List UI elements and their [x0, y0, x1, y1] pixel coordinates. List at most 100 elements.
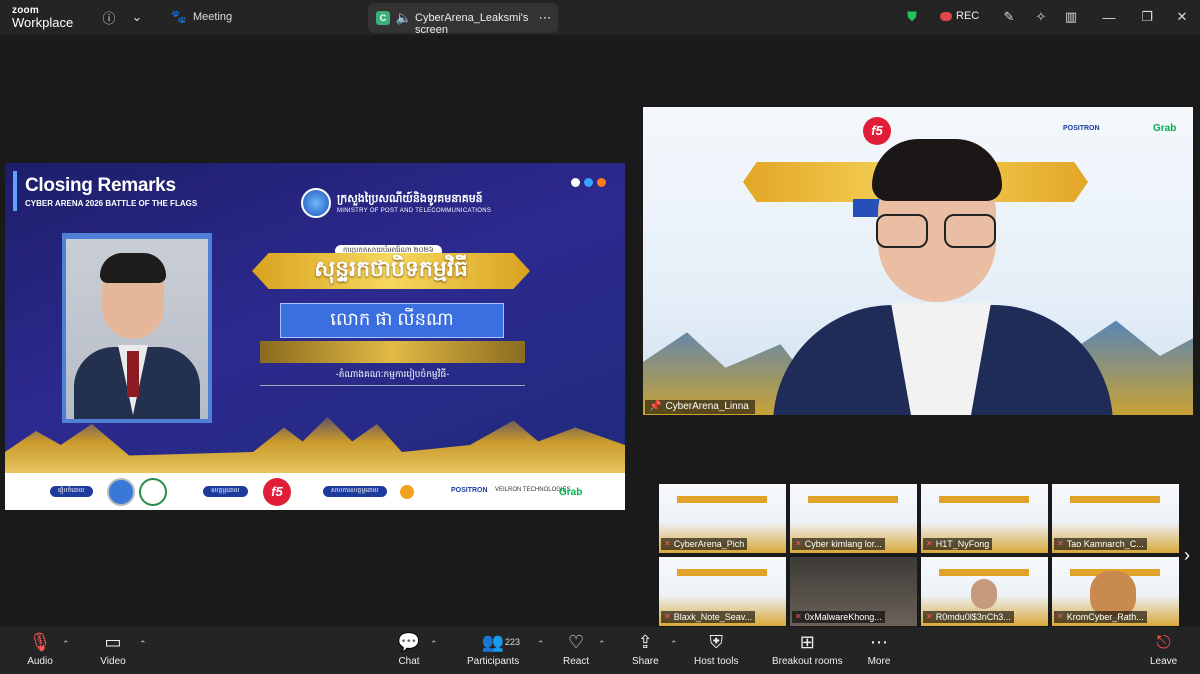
cold-asia-logo [400, 485, 414, 499]
participant-label: ✕ KromCyber_Rath... [1054, 611, 1147, 623]
video-label: Video [100, 656, 126, 667]
chat-label: Chat [398, 656, 420, 667]
grab-logo: Grab [559, 487, 583, 498]
cloud-record-icon [940, 11, 952, 21]
share-button[interactable]: ⇪ Share [632, 629, 659, 668]
video-button[interactable]: ▭ Video [100, 629, 126, 668]
participant-label: ✕ R0mdu0l$3nCh3... [923, 611, 1014, 623]
participant-name: KromCyber_Rath... [1066, 612, 1144, 622]
host-tools-button[interactable]: ⛨ Host tools [694, 629, 739, 668]
paw-icon[interactable]: 🐾 [170, 8, 188, 26]
participants-label: Participants [467, 656, 520, 667]
audio-button[interactable]: 🎙 Audio [27, 629, 53, 668]
meeting-tab-label[interactable]: Meeting [193, 11, 232, 23]
leave-button[interactable]: ⎋ Leave [1150, 629, 1178, 668]
ministry-seal [301, 188, 331, 218]
zoom-logo: zoom Workplace [12, 5, 73, 29]
gallery-next-icon[interactable]: › [1180, 545, 1194, 565]
sponsor-footer: រៀបចំដោយ ឧបត្ថម្ភដោយ f5 សហការឧបត្ថម្ភដោយ… [5, 473, 625, 510]
share-options-caret[interactable]: ⌃ [670, 639, 678, 650]
header-accent [13, 171, 17, 211]
restore-icon[interactable]: ❐ [1138, 8, 1156, 26]
organizer-pill: រៀបចំដោយ [50, 486, 93, 497]
mic-muted-icon: ✕ [926, 612, 933, 621]
participant-tile[interactable]: ✕ Cyber kimlang lor... [790, 484, 917, 553]
ministry-name-km: ក្រសួងប្រៃសណីយ៍និងទូរគមនាគមន៍ [337, 193, 483, 205]
share-screen-icon: ⇪ [637, 631, 653, 652]
mic-muted-icon: 🎙 [28, 631, 52, 652]
recording-indicator[interactable]: REC [940, 10, 979, 22]
close-icon[interactable]: ✕ [1173, 8, 1191, 26]
ministry-name-en: MINISTRY OF POST AND TELECOMMUNICATIONS [337, 208, 492, 214]
participants-options-caret[interactable]: ⌃ [537, 639, 545, 650]
speaker-photo [66, 239, 208, 419]
participant-tile[interactable]: ✕ Blaxk_Note_Seav... [659, 557, 786, 626]
person-glasses [876, 214, 1000, 250]
person-hair [872, 139, 1002, 201]
chat-options-caret[interactable]: ⌃ [430, 639, 438, 650]
participant-label: ✕ CyberArena_Pich [661, 538, 748, 550]
participant-tile[interactable]: ✕ CyberArena_Pich [659, 484, 786, 553]
participant-name: Tao Kamnarch_C... [1066, 539, 1144, 549]
host-tools-label: Host tools [694, 656, 739, 667]
sponsor-pill: ឧបត្ថម្ភដោយ [203, 486, 248, 497]
share-label: Share [632, 656, 659, 667]
speaker-name-plate: លោក ផា លីនណា [280, 303, 504, 338]
leave-label: Leave [1150, 656, 1178, 667]
annotate-icon[interactable]: ✎ [1000, 8, 1018, 26]
participants-count: 223 [505, 637, 521, 647]
participant-label: ✕ H1T_NyFong [923, 538, 993, 550]
partner-logo [139, 478, 167, 506]
ministry-logo: ក្រសួងប្រៃសណីយ៍និងទូរគមនាគមន៍ MINISTRY O… [301, 188, 491, 218]
participant-tile[interactable]: ✕ 0xMalwareKhong... [790, 557, 917, 626]
participant-gallery: ✕ CyberArena_Pich ✕ Cyber kimlang lor... ✕… [659, 484, 1179, 629]
shield-icon: ⛨ [709, 631, 723, 652]
leave-door-icon: ⎋ [1156, 631, 1171, 652]
video-options-caret[interactable]: ⌃ [139, 639, 147, 650]
more-button[interactable]: ⋯ More [866, 629, 892, 668]
info-icon[interactable]: ⓘ [100, 8, 118, 26]
active-speaker-video[interactable]: f5 POSITRON Grab [643, 107, 1193, 415]
more-icon: ⋯ [870, 631, 888, 652]
mic-muted-icon: ✕ [664, 612, 671, 621]
dot-orange [597, 178, 606, 187]
heart-icon: ♡ [567, 631, 585, 652]
grab-logo-backdrop: Grab [1153, 123, 1177, 134]
view-layout-icon[interactable]: ▥ [1062, 8, 1080, 26]
breakout-label: Breakout rooms [772, 656, 843, 667]
mic-muted-icon: ✕ [1057, 612, 1064, 621]
more-options-icon[interactable]: ⋯ [536, 9, 554, 27]
breakout-rooms-button[interactable]: ⊞ Breakout rooms [772, 629, 843, 668]
video-camera-icon: ▭ [104, 631, 122, 652]
shared-screen: Closing Remarks CYBER ARENA 2026 BATTLE … [5, 163, 625, 510]
participants-button[interactable]: 👥 Participants [467, 629, 520, 668]
participant-tile[interactable]: ✕ R0mdu0l$3nCh3... [921, 557, 1048, 626]
participant-name: H1T_NyFong [935, 539, 990, 549]
chevron-down-icon[interactable]: ⌄ [128, 8, 146, 26]
shield-icon[interactable]: ⛊ [903, 8, 921, 26]
react-options-caret[interactable]: ⌃ [598, 639, 606, 650]
brand-line2: Workplace [12, 15, 74, 30]
mic-muted-icon: ✕ [795, 612, 802, 621]
participant-tile[interactable]: ✕ KromCyber_Rath... [1052, 557, 1179, 626]
participant-name: Blaxk_Note_Seav... [673, 612, 753, 622]
participant-tile[interactable]: ✕ H1T_NyFong [921, 484, 1048, 553]
more-label: More [867, 656, 891, 667]
dot-white [571, 178, 580, 187]
participants-icon: 👥 [481, 631, 505, 652]
title-bar: zoom Workplace ⓘ ⌄ 🐾 Meeting C 🔈 CyberAr… [0, 0, 1200, 36]
speaker-name: លោក ផា លីនណា [330, 309, 454, 329]
audio-options-caret[interactable]: ⌃ [62, 639, 70, 650]
mic-muted-icon: ✕ [1057, 539, 1064, 548]
participant-tile[interactable]: ✕ Tao Kamnarch_C... [1052, 484, 1179, 553]
ai-companion-icon[interactable]: ✧ [1032, 8, 1050, 26]
react-button[interactable]: ♡ React [563, 629, 589, 668]
share-screen-tab[interactable]: C 🔈 CyberArena_Leaksmi's screen ⋯ [368, 3, 558, 36]
participant-label: ✕ 0xMalwareKhong... [792, 611, 885, 623]
minimize-icon[interactable]: — [1100, 8, 1118, 26]
chat-button[interactable]: 💬 Chat [396, 629, 422, 668]
participant-name: Cyber kimlang lor... [804, 539, 882, 549]
participant-label: ✕ Tao Kamnarch_C... [1054, 538, 1147, 550]
temple-decoration [260, 341, 525, 363]
share-badge: C [376, 11, 390, 25]
